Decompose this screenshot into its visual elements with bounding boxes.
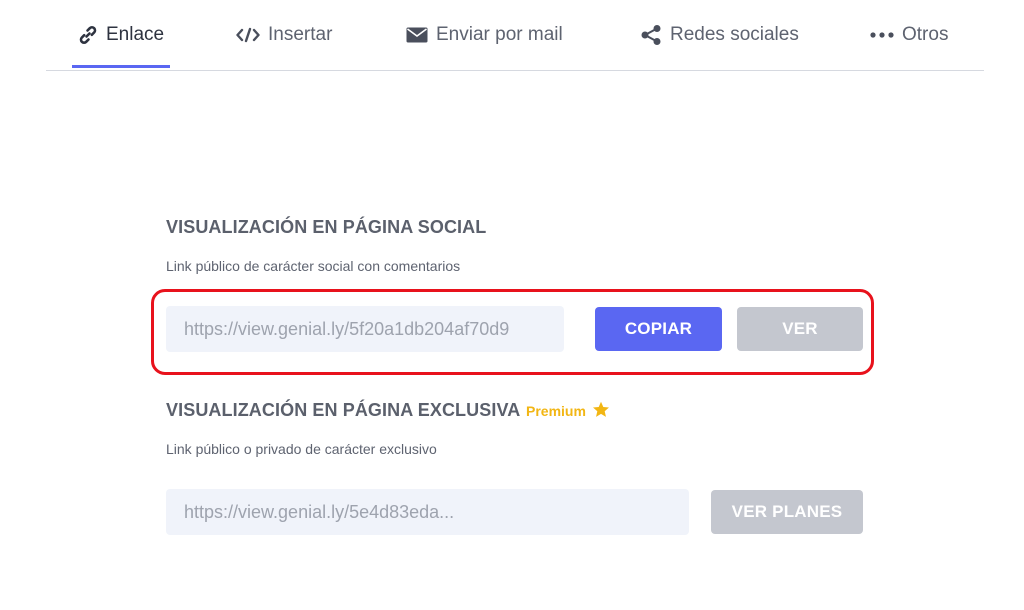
tab-label: Insertar — [268, 24, 333, 45]
social-section-title: VISUALIZACIÓN EN PÁGINA SOCIAL — [166, 217, 487, 237]
copy-button[interactable]: COPIAR — [595, 307, 722, 351]
tab-enlace[interactable]: Enlace — [71, 24, 171, 68]
tab-label: Enviar por mail — [436, 24, 563, 45]
tab-enviar-por-mail[interactable]: Enviar por mail — [406, 24, 563, 68]
link-icon — [78, 24, 98, 46]
share-tabs: Enlace Insertar Enviar por mail Redes so… — [46, 0, 984, 71]
exclusive-section-subtitle: Link público o privado de carácter exclu… — [166, 441, 437, 457]
exclusive-url-field[interactable]: https://view.genial.ly/5e4d83eda... — [166, 489, 689, 535]
share-icon — [640, 24, 662, 46]
tab-otros[interactable]: Otros — [870, 24, 948, 68]
tab-label: Enlace — [106, 24, 165, 45]
social-section-subtitle: Link público de carácter social con come… — [166, 258, 461, 274]
more-icon — [870, 24, 894, 46]
premium-label: Premium — [526, 403, 586, 419]
tab-insertar[interactable]: Insertar — [236, 24, 332, 68]
premium-badge: Premium — [526, 401, 610, 421]
tab-redes-sociales[interactable]: Redes sociales — [640, 24, 799, 68]
tab-label: Redes sociales — [670, 24, 799, 45]
star-icon — [592, 401, 610, 421]
view-plans-button[interactable]: VER PLANES — [711, 490, 863, 534]
envelope-icon — [406, 24, 428, 46]
code-icon — [236, 24, 260, 46]
social-url-field[interactable]: https://view.genial.ly/5f20a1db204af70d9 — [166, 306, 564, 352]
tab-label: Otros — [902, 24, 949, 45]
view-button[interactable]: VER — [737, 307, 863, 351]
exclusive-section-title: VISUALIZACIÓN EN PÁGINA EXCLUSIVA — [166, 400, 521, 420]
